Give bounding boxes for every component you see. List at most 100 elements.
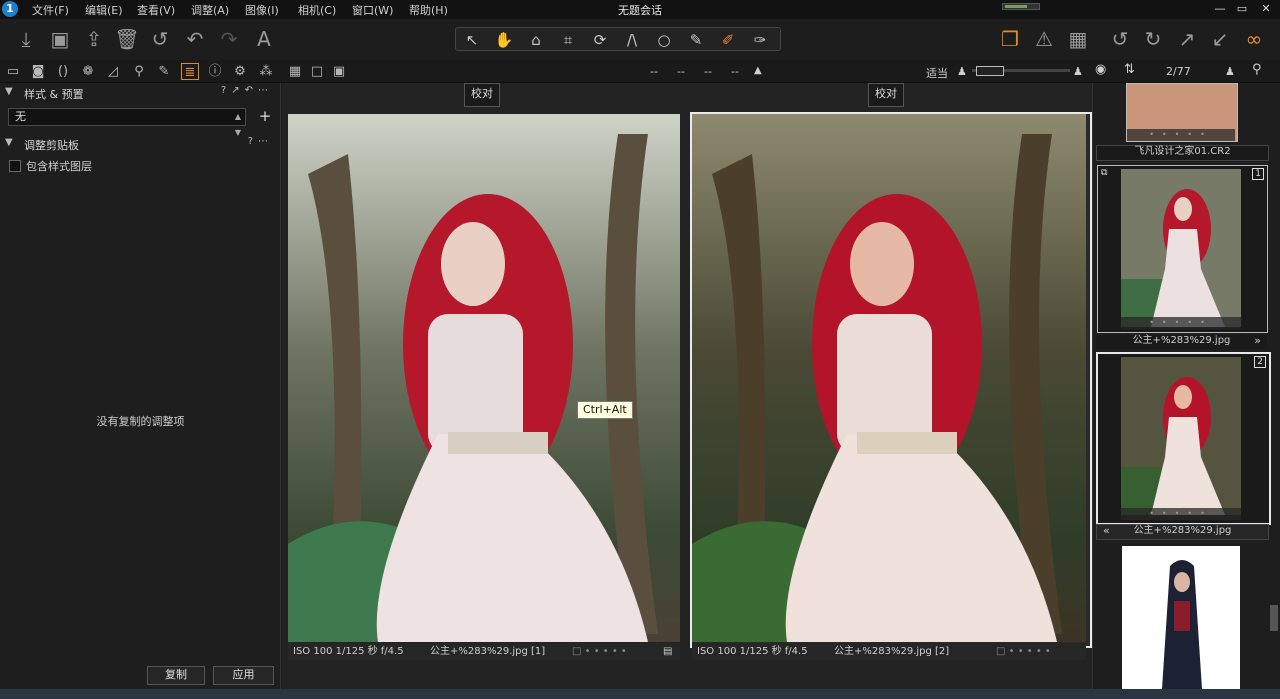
undo-icon[interactable]: ↶ [181,26,209,52]
thumb-rating-bar[interactable]: ••••• [1121,317,1241,329]
thumb-rating-bar[interactable]: ••••• [1127,129,1235,141]
exposure-icon[interactable]: ◿ [104,63,122,80]
thumb-rating-bar[interactable]: ••••• [1121,508,1241,520]
thumb-badge: 2 [1254,356,1266,368]
copy-button[interactable]: 复制 [147,666,205,685]
multi-view-icon[interactable]: ▦ [286,63,304,80]
app-logo[interactable]: 1 [2,1,18,17]
menu-edit[interactable]: 编辑(E) [85,2,123,18]
right-photo[interactable] [690,112,1092,648]
batch-icon[interactable]: ⁂ [257,63,275,80]
glasses-icon[interactable]: ∞ [1240,26,1268,52]
collapse-arrow-icon[interactable]: ▼ [5,86,13,97]
thumb-badge: 1 [1252,168,1264,180]
search-icon[interactable]: ⚲ [1252,62,1262,77]
brush-icon[interactable]: ✎ [682,30,710,50]
warning-icon[interactable]: ⚠ [1030,26,1058,52]
next-arrow-icon[interactable]: » [1254,335,1261,347]
thumbnail-2[interactable]: 2 ••••• [1096,352,1271,525]
left-exif: ISO 100 1/125 秒 f/4.5 [293,646,404,657]
menu-file[interactable]: 文件(F) [32,2,69,18]
os-taskbar [0,689,1280,699]
rotate-icon[interactable]: ⟳ [586,30,614,50]
panel-header-icons[interactable]: ?⋯ [248,136,273,147]
trash-icon[interactable]: 🗑 [113,26,141,52]
thumbnail-1[interactable]: ⧉ 1 ••••• [1097,165,1268,333]
zoom-slider[interactable] [972,66,1070,76]
clipboard-panel-header[interactable]: ▼ 调整剪贴板 ?⋯ [0,135,281,153]
arrow-down-left-icon[interactable]: ↙ [1206,26,1234,52]
info-icon[interactable]: ⓘ [206,63,224,80]
photo-image [692,114,1086,642]
thumbnail-name-top: 飞凡设计之家01.CR2 [1096,145,1269,161]
collapse-arrow-icon[interactable]: ▼ [5,137,13,148]
left-photo[interactable] [288,114,680,642]
undo-all-icon[interactable]: ↺ [146,26,174,52]
redo-icon[interactable]: ↷ [215,26,243,52]
include-layers-checkbox[interactable] [9,160,21,172]
left-rating-dots[interactable]: □ • • • • • [572,643,627,660]
thumbnail-partial[interactable]: ••••• [1126,83,1238,142]
style-select-value: 无 [15,110,26,123]
export-icon[interactable]: ⇪ [80,26,108,52]
rotate-right-icon[interactable]: ↻ [1139,26,1167,52]
menu-help[interactable]: 帮助(H) [409,2,448,18]
text-icon[interactable]: A [250,26,278,52]
pick-icon[interactable]: ✑ [746,30,774,50]
thumbnail-3[interactable] [1122,546,1240,689]
import-icon[interactable]: ⤓ [12,26,40,52]
thumb-type-icon: ⧉ [1101,168,1108,178]
menu-adjust[interactable]: 调整(A) [191,2,229,18]
readout-2: -- [677,65,685,78]
thumbnail-1-name: 公主+%283%29.jpg » [1096,335,1267,349]
brush-tab-icon[interactable]: ✎ [155,63,173,80]
menu-camera[interactable]: 相机(C) [298,2,336,18]
window-title: 无题会话 [618,4,662,17]
circle-icon[interactable]: ○ [650,30,678,50]
color-icon[interactable]: ❁ [79,63,97,80]
loupe-icon[interactable]: ⌂ [522,30,550,50]
keystone-icon[interactable]: /\ [618,30,646,50]
camera-icon[interactable]: ▣ [46,26,74,52]
menu-image[interactable]: 图像(I) [245,2,279,18]
crop-icon[interactable]: ⌗ [554,30,582,50]
add-style-button[interactable]: + [257,107,273,125]
image-counter: 2/77 [1166,65,1191,78]
arrow-up-right-icon[interactable]: ↗ [1173,26,1201,52]
thumb-name-text: 公主+%283%29.jpg [1133,525,1232,536]
folder-icon[interactable]: ▭ [4,63,22,80]
style-select[interactable]: 无 ▲ ▼ [8,108,246,137]
compare-view-icon[interactable]: ▣ [330,63,348,80]
person-large-icon: ♟ [1073,65,1083,78]
grid-icon[interactable]: ▦ [1064,26,1092,52]
search-tab-icon[interactable]: ⚲ [130,63,148,80]
sort-icon[interactable]: ⇅ [1124,62,1135,77]
browser-scrollbar[interactable] [1270,605,1278,631]
single-view-icon[interactable]: □ [308,63,326,80]
right-rating-dots[interactable]: □ • • • • • [996,643,1051,660]
pan-icon[interactable]: ✋ [490,30,518,50]
user-icon[interactable]: ♟ [1225,65,1235,78]
lens-icon[interactable]: () [54,63,72,80]
readout-1: -- [650,65,658,78]
close-button[interactable]: ✕ [1255,2,1277,15]
panel-header-icons[interactable]: ?↗↶⋯ [221,85,273,96]
erase-icon[interactable]: ✐ [714,30,742,50]
minimize-button[interactable]: — [1209,2,1231,15]
maximize-button[interactable]: ▭ [1231,2,1253,15]
layers-icon[interactable]: ❐ [996,26,1024,52]
adjustments-tab-icon[interactable]: ≣ [181,63,199,80]
camera-tab-icon[interactable]: ◙ [29,63,47,80]
prev-arrow-icon[interactable]: « [1103,525,1110,537]
apply-button[interactable]: 应用 [213,666,274,685]
menu-window[interactable]: 窗口(W) [352,2,393,18]
styles-panel-header[interactable]: ▼ 样式 & 预置 ?↗↶⋯ [0,84,281,102]
eye-icon[interactable]: ◉ [1095,62,1106,77]
left-info-icon[interactable]: ▤ [663,643,672,660]
menu-view[interactable]: 查看(V) [137,2,175,18]
settings-icon[interactable]: ⚙ [231,63,249,80]
rotate-left-icon[interactable]: ↺ [1106,26,1134,52]
select-icon[interactable]: ↖ [458,30,486,50]
right-photo-info-bar: ISO 100 1/125 秒 f/4.5 公主+%283%29.jpg [2]… [692,643,1086,660]
fit-label[interactable]: 适当 [926,65,948,81]
